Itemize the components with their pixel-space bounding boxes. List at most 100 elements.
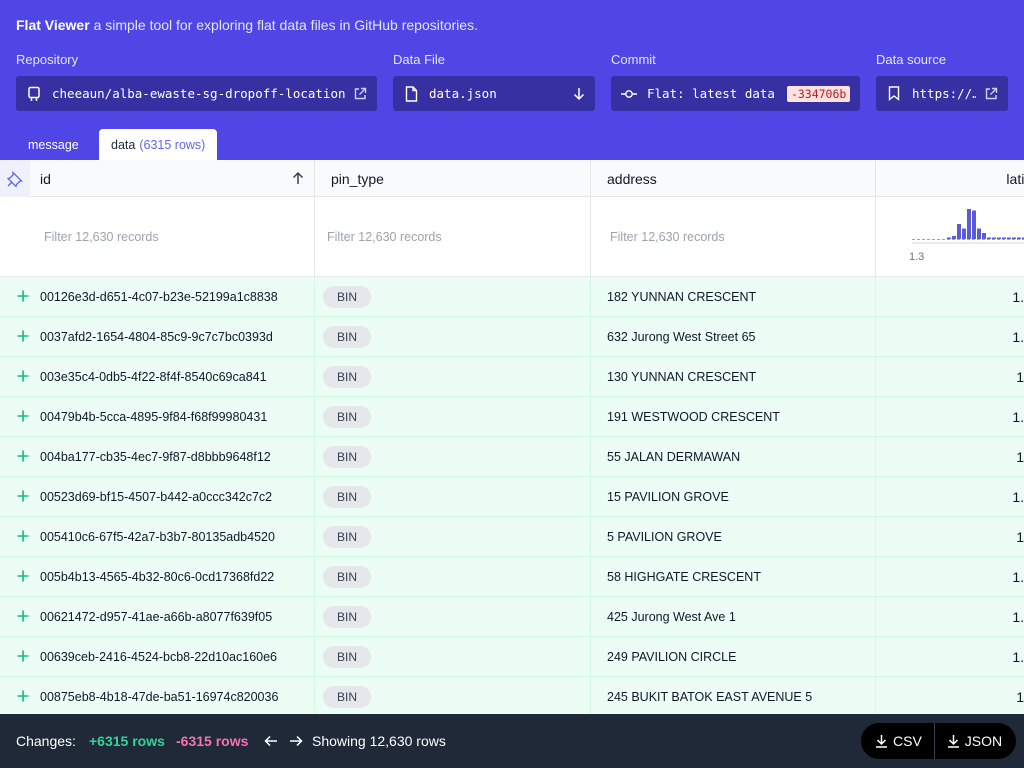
commit-sha-badge: -334706b [786, 85, 851, 102]
download-json-label: JSON [964, 733, 1003, 749]
commit-picker[interactable]: Flat: latest data -334706b [611, 76, 860, 111]
tab-message-label: message [28, 137, 79, 152]
latitude-histogram[interactable] [912, 207, 1024, 251]
column-header-address[interactable]: address [591, 160, 876, 197]
sort-ascending-icon[interactable] [292, 171, 304, 188]
histogram-bar[interactable] [997, 237, 1001, 240]
histogram-bar[interactable] [977, 228, 981, 240]
arrow-down-icon [573, 87, 585, 101]
commit-icon [621, 86, 637, 102]
histogram-bar[interactable] [982, 233, 986, 239]
column-header-label: id [40, 170, 51, 187]
download-icon [947, 735, 959, 748]
data-file-picker[interactable]: data.json [393, 76, 595, 111]
histogram-bar[interactable] [972, 210, 976, 240]
tab-message[interactable]: message [16, 129, 91, 160]
table-row[interactable]: 0037afd2-1654-4804-85c9-9c7c7bc0393d BIN 6… [0, 317, 1024, 357]
app-tagline: a simple tool for exploring flat data fi… [93, 17, 478, 33]
commit-label: Commit [611, 52, 656, 67]
download-icon [876, 735, 887, 748]
footer-bar: Changes: +6315 rows -6315 rows Showing 1… [0, 714, 1024, 768]
histogram-bar[interactable] [947, 237, 951, 240]
cell-pin-type: BIN [315, 317, 591, 357]
cell-address: 191 WESTWOOD CRESCENT [591, 397, 876, 437]
table-row[interactable]: 005410c6-67f5-42a7-b3b7-80135adb4520 BIN 5… [0, 517, 1024, 557]
download-csv-button[interactable]: CSV [861, 723, 934, 759]
column-header-label: pin_type [331, 170, 384, 187]
added-row-plus-icon [16, 289, 30, 303]
histogram-bar[interactable] [1002, 237, 1006, 240]
table-row[interactable]: 00875eb8-4b18-47de-ba51-16974c820036 BIN 2… [0, 677, 1024, 714]
added-row-plus-icon [16, 609, 30, 623]
app-name: Flat Viewer [16, 17, 90, 33]
added-row-plus-icon [16, 369, 30, 383]
table-row[interactable]: 003e35c4-0db5-4f22-8f4f-8540c69ca841 BIN 1… [0, 357, 1024, 397]
filter-input-pin-type[interactable] [327, 227, 577, 247]
external-link-icon[interactable] [353, 87, 367, 101]
previous-change-icon[interactable] [264, 714, 278, 768]
next-change-icon[interactable] [289, 714, 303, 768]
cell-id: 00523d69-bf15-4507-b442-a0ccc342c7c2 [30, 477, 315, 517]
data-source-picker[interactable]: https://… [876, 76, 1008, 111]
added-row-plus-icon [16, 449, 30, 463]
table-row[interactable]: 00621472-d957-41ae-a66b-a8077f639f05 BIN 4… [0, 597, 1024, 637]
repository-picker[interactable]: cheeaun/alba-ewaste-sg-dropoff-locations [16, 76, 377, 111]
column-header-id[interactable]: id [30, 160, 315, 197]
added-rows-count: +6315 rows [89, 733, 165, 749]
pin-type-badge: BIN [323, 366, 372, 388]
cell-address: 55 JALAN DERMAWAN [591, 437, 876, 477]
filter-cell-address [591, 197, 876, 277]
table-row[interactable]: 00479b4b-5cca-4895-9f84-f68f99980431 BIN 1… [0, 397, 1024, 437]
cell-latitude: 1 [1016, 449, 1024, 465]
cell-pin-type: BIN [315, 437, 591, 477]
table-row[interactable]: 00639ceb-2416-4524-bcb8-22d10ac160e6 BIN 2… [0, 637, 1024, 677]
added-row-plus-icon [16, 649, 30, 663]
tab-data[interactable]: data (6315 rows) [99, 129, 218, 160]
filter-input-address[interactable] [610, 227, 860, 247]
pin-type-badge: BIN [323, 446, 372, 468]
filter-row: 1.3 [0, 197, 1024, 277]
cell-address: 182 YUNNAN CRESCENT [591, 277, 876, 317]
pin-type-badge: BIN [323, 526, 372, 548]
histogram-bar[interactable] [962, 228, 966, 240]
repository-label: Repository [16, 52, 79, 67]
column-header-pin-type[interactable]: pin_type [315, 160, 591, 197]
table-row[interactable]: 004ba177-cb35-4ec7-9f87-d8bbb9648f12 BIN 5… [0, 437, 1024, 477]
cell-latitude: 1 [1016, 369, 1024, 385]
histogram-bar[interactable] [987, 237, 991, 240]
added-row-plus-icon [16, 689, 30, 703]
download-button-group: CSV JSON [861, 723, 1016, 759]
pin-type-badge: BIN [323, 486, 372, 508]
pin-type-badge: BIN [323, 566, 372, 588]
tab-data-label: data [111, 137, 136, 152]
column-header-label: address [607, 170, 657, 187]
cell-id: 00621472-d957-41ae-a66b-a8077f639f05 [30, 597, 315, 637]
table-row[interactable]: 005b4b13-4565-4b32-80c6-0cd17368fd22 BIN 5… [0, 557, 1024, 597]
cell-latitude: 1 [1016, 529, 1024, 545]
cell-latitude: 1. [1012, 609, 1024, 625]
histogram-bar[interactable] [992, 237, 996, 240]
cell-latitude: 1 [1016, 689, 1024, 705]
histogram-bar[interactable] [967, 209, 971, 239]
table-row[interactable]: 00523d69-bf15-4507-b442-a0ccc342c7c2 BIN 1… [0, 477, 1024, 517]
histogram-bar[interactable] [1012, 237, 1016, 240]
cell-latitude: 1. [1012, 569, 1024, 585]
data-source-label: Data source [876, 52, 947, 67]
filter-input-id[interactable] [44, 227, 294, 247]
cell-latitude: 1. [1012, 329, 1024, 345]
download-json-button[interactable]: JSON [933, 723, 1016, 759]
external-link-icon[interactable] [984, 87, 998, 101]
download-csv-label: CSV [893, 733, 922, 749]
column-header-latitude[interactable]: latitu [876, 160, 1024, 197]
histogram-bar[interactable] [952, 236, 956, 239]
cell-id: 00479b4b-5cca-4895-9f84-f68f99980431 [30, 397, 315, 437]
histogram-bar[interactable] [1017, 237, 1021, 240]
cell-id: 00875eb8-4b18-47de-ba51-16974c820036 [30, 677, 315, 714]
data-file-value: data.json [429, 86, 497, 101]
cell-pin-type: BIN [315, 277, 591, 317]
bookmark-icon [886, 86, 902, 102]
histogram-bar[interactable] [957, 224, 961, 239]
pin-icon[interactable] [0, 160, 30, 197]
table-row[interactable]: 00126e3d-d651-4c07-b23e-52199a1c8838 BIN 1… [0, 277, 1024, 317]
histogram-bar[interactable] [1007, 237, 1011, 240]
